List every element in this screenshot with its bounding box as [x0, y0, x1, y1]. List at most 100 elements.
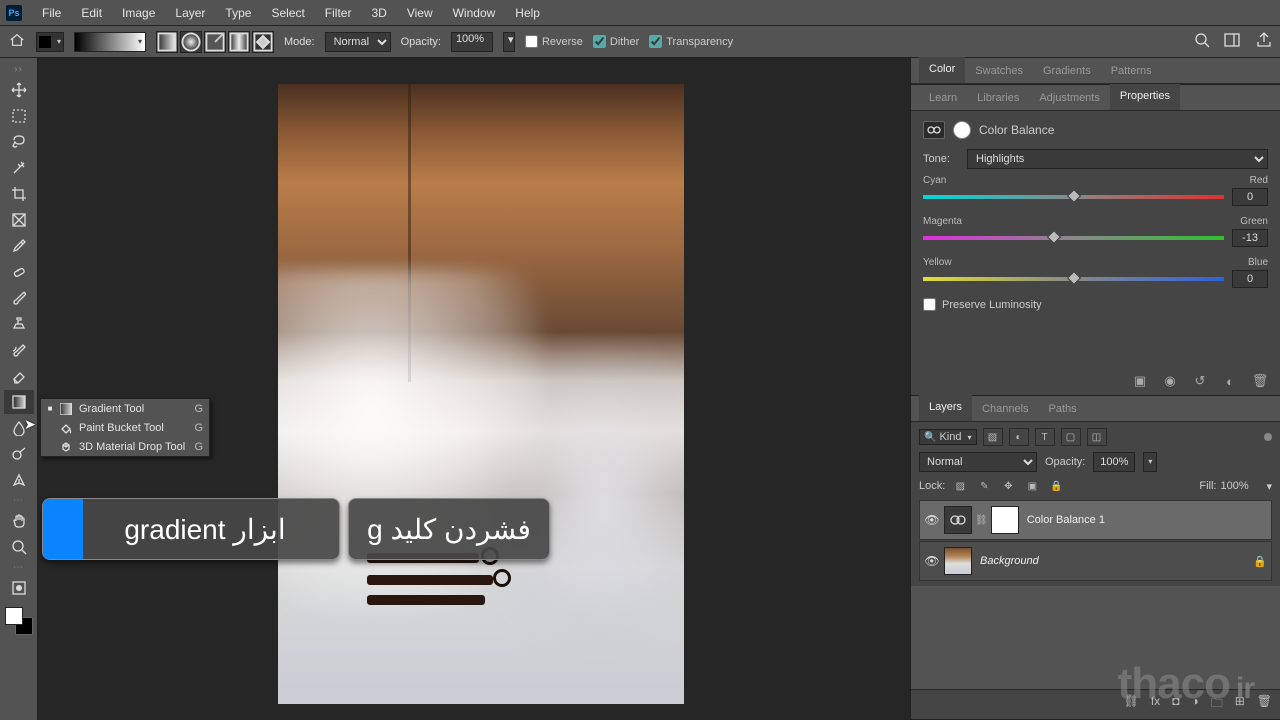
diamond-gradient-icon[interactable] — [252, 31, 274, 53]
preserve-luminosity-checkbox[interactable]: Preserve Luminosity — [923, 298, 1268, 311]
transparency-checkbox[interactable]: Transparency — [649, 35, 733, 48]
gradient-tool[interactable] — [4, 390, 34, 414]
menu-edit[interactable]: Edit — [71, 0, 112, 26]
frame-tool[interactable] — [4, 208, 34, 232]
visibility-toggle-icon[interactable]: 👁 — [920, 513, 944, 527]
menu-type[interactable]: Type — [215, 0, 261, 26]
healing-brush-tool[interactable] — [4, 260, 34, 284]
reset-icon[interactable]: ↺ — [1192, 373, 1208, 389]
slider-track[interactable] — [923, 233, 1224, 243]
visibility-toggle-icon[interactable]: 👁 — [920, 554, 944, 568]
blend-mode-select[interactable]: Normal — [325, 32, 391, 52]
opacity-flyout[interactable]: ▾ — [503, 32, 515, 52]
layer-blend-mode[interactable]: Normal — [919, 452, 1037, 472]
clone-stamp-tool[interactable] — [4, 312, 34, 336]
slider-value[interactable]: -13 — [1232, 229, 1268, 247]
layer-background[interactable]: 👁 Background 🔒 — [919, 541, 1272, 581]
view-previous-icon[interactable]: ◉ — [1162, 373, 1178, 389]
foreground-background-colors[interactable] — [5, 607, 33, 635]
share-icon[interactable] — [1256, 32, 1272, 51]
radial-gradient-icon[interactable] — [180, 31, 202, 53]
reverse-checkbox[interactable]: Reverse — [525, 35, 583, 48]
crop-tool[interactable] — [4, 182, 34, 206]
lasso-tool[interactable] — [4, 130, 34, 154]
brush-tool[interactable] — [4, 286, 34, 310]
angle-gradient-icon[interactable] — [204, 31, 226, 53]
toggle-visibility-icon[interactable]: ◐ — [1222, 373, 1238, 389]
slider-value[interactable]: 0 — [1232, 188, 1268, 206]
menu-file[interactable]: File — [32, 0, 71, 26]
tab-libraries[interactable]: Libraries — [967, 86, 1029, 110]
dither-checkbox[interactable]: Dither — [593, 35, 639, 48]
magic-wand-tool[interactable] — [4, 156, 34, 180]
tab-gradients[interactable]: Gradients — [1033, 59, 1101, 83]
tone-select[interactable]: Highlights — [967, 149, 1268, 169]
quick-mask-icon[interactable] — [4, 576, 34, 600]
layer-filter-kind[interactable]: 🔍Kind▾ — [919, 429, 977, 445]
layer-opacity-value[interactable]: 100% — [1093, 452, 1135, 472]
lock-pixels-icon[interactable]: ✎ — [975, 478, 993, 494]
tab-learn[interactable]: Learn — [919, 86, 967, 110]
slider-track[interactable] — [923, 274, 1224, 284]
link-icon[interactable]: ⛓ — [975, 515, 988, 526]
tab-layers[interactable]: Layers — [919, 395, 972, 421]
filter-smart-icon[interactable]: ◫ — [1087, 428, 1107, 446]
foreground-swatch-dropdown[interactable]: ▾ — [36, 32, 64, 52]
slider-track[interactable] — [923, 192, 1224, 202]
tab-swatches[interactable]: Swatches — [965, 59, 1033, 83]
lock-position-icon[interactable]: ✥ — [999, 478, 1017, 494]
menu-help[interactable]: Help — [505, 0, 550, 26]
opacity-value[interactable]: 100% — [451, 32, 493, 52]
filter-adjustment-icon[interactable]: ◐ — [1009, 428, 1029, 446]
toolbox-more[interactable]: ⋯ — [13, 495, 24, 506]
eraser-tool[interactable] — [4, 364, 34, 388]
linear-gradient-icon[interactable] — [156, 31, 178, 53]
menu-select[interactable]: Select — [261, 0, 314, 26]
canvas-area[interactable]: ابزار gradient فشردن کلید g — [38, 58, 910, 720]
filter-type-icon[interactable]: T — [1035, 428, 1055, 446]
clip-to-layer-icon[interactable]: ▣ — [1132, 373, 1148, 389]
delete-adjustment-icon[interactable]: 🗑 — [1252, 373, 1268, 389]
toolbox-handle[interactable]: ›› — [14, 64, 23, 75]
document-canvas[interactable] — [278, 84, 684, 704]
dodge-tool[interactable] — [4, 442, 34, 466]
lock-artboard-icon[interactable]: ▣ — [1023, 478, 1041, 494]
lock-icon[interactable]: 🔒 — [1249, 555, 1271, 568]
zoom-tool[interactable] — [4, 535, 34, 559]
filter-pixel-icon[interactable]: ▧ — [983, 428, 1003, 446]
history-brush-tool[interactable] — [4, 338, 34, 362]
flyout-3d-material-drop-tool[interactable]: 3D Material Drop Tool G — [41, 437, 209, 456]
menu-window[interactable]: Window — [443, 0, 506, 26]
lock-transparency-icon[interactable]: ▨ — [951, 478, 969, 494]
toolbox-edit[interactable]: ⋯ — [13, 562, 24, 573]
layer-mask-icon[interactable] — [953, 121, 971, 139]
flyout-paint-bucket-tool[interactable]: Paint Bucket Tool G — [41, 418, 209, 437]
filter-shape-icon[interactable]: ▢ — [1061, 428, 1081, 446]
slider-thumb[interactable] — [1066, 271, 1080, 285]
menu-image[interactable]: Image — [112, 0, 165, 26]
hand-tool[interactable] — [4, 509, 34, 533]
fill-value[interactable]: 100% — [1220, 480, 1262, 492]
tab-color[interactable]: Color — [919, 57, 965, 83]
foreground-color-swatch[interactable] — [5, 607, 23, 625]
slider-thumb[interactable] — [1047, 230, 1061, 244]
menu-layer[interactable]: Layer — [165, 0, 215, 26]
reflected-gradient-icon[interactable] — [228, 31, 250, 53]
tab-properties[interactable]: Properties — [1110, 84, 1180, 110]
slider-value[interactable]: 0 — [1232, 270, 1268, 288]
layer-color-balance-1[interactable]: 👁 ⛓ Color Balance 1 — [919, 500, 1272, 540]
tab-patterns[interactable]: Patterns — [1101, 59, 1162, 83]
filter-toggle[interactable] — [1264, 433, 1272, 441]
home-icon[interactable] — [8, 32, 26, 51]
lock-all-icon[interactable]: 🔒 — [1047, 478, 1065, 494]
move-tool[interactable] — [4, 78, 34, 102]
mask-thumb[interactable] — [991, 506, 1019, 534]
workspace-switcher-icon[interactable] — [1224, 33, 1242, 50]
fill-flyout[interactable]: ▾ — [1266, 480, 1272, 493]
eyedropper-tool[interactable] — [4, 234, 34, 258]
slider-thumb[interactable] — [1066, 189, 1080, 203]
menu-view[interactable]: View — [397, 0, 443, 26]
delete-layer-icon[interactable]: 🗑 — [1257, 694, 1272, 715]
layer-opacity-flyout[interactable]: ▾ — [1143, 452, 1157, 472]
pen-tool[interactable] — [4, 468, 34, 492]
